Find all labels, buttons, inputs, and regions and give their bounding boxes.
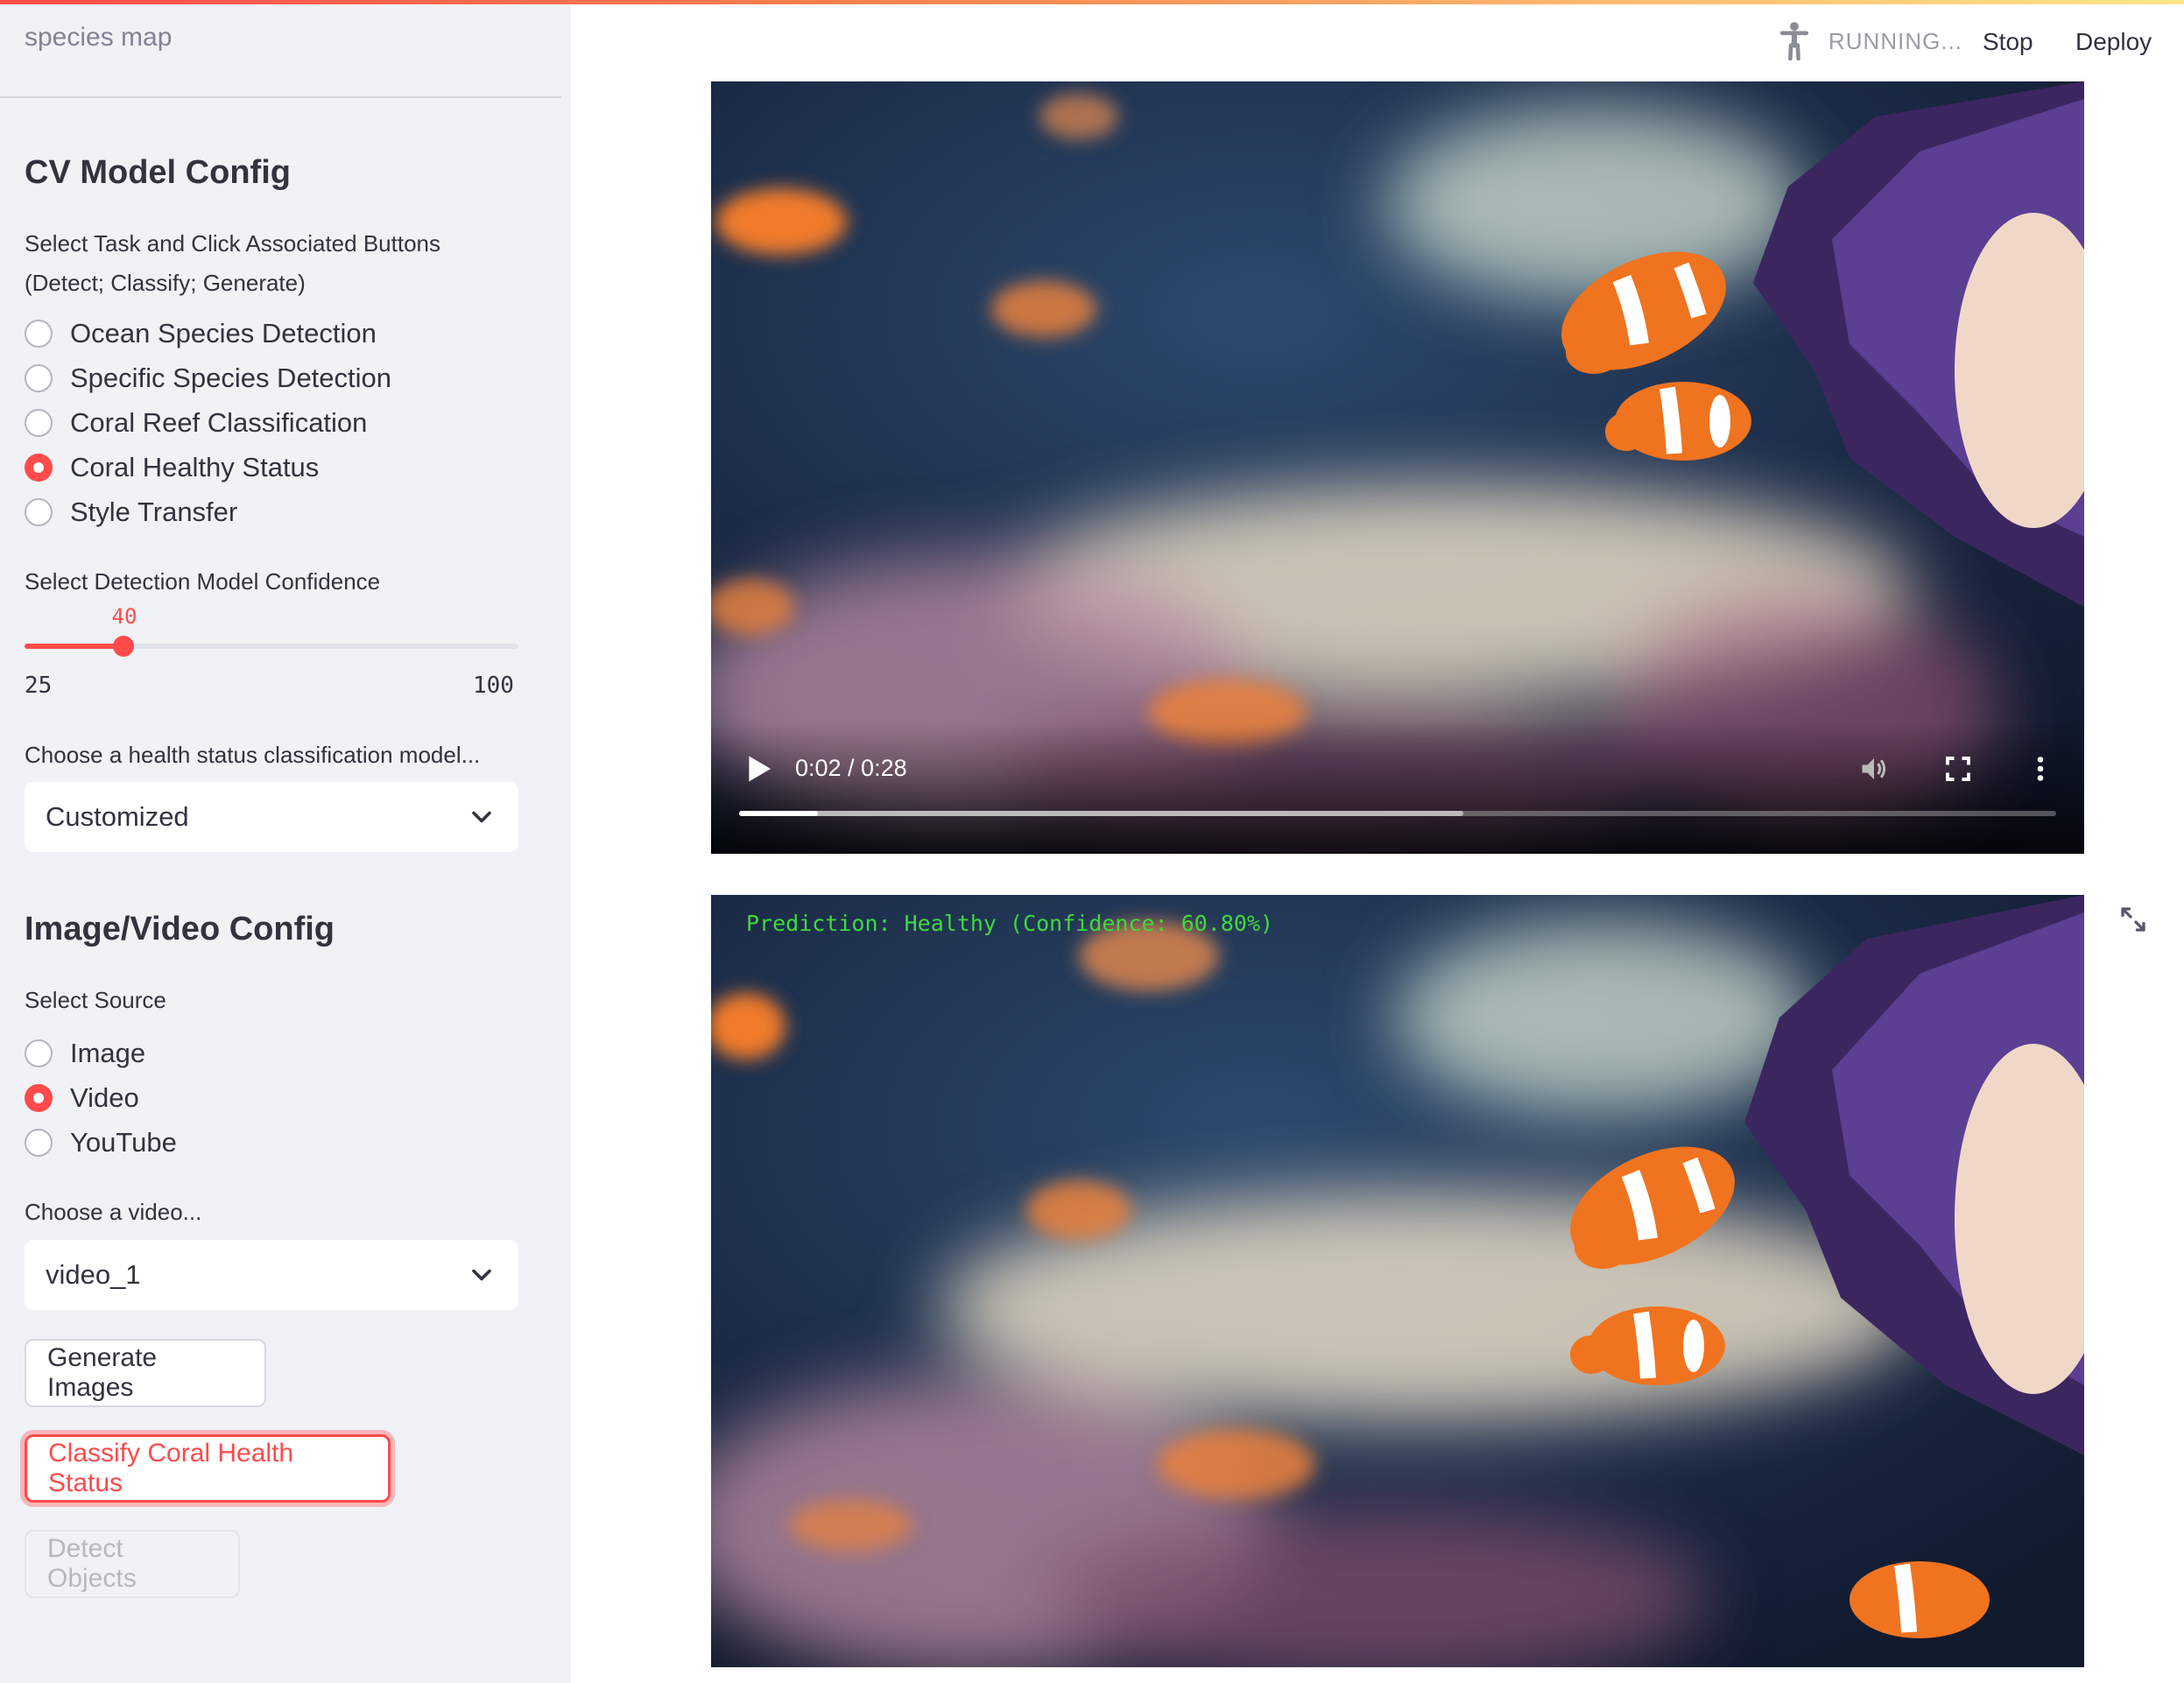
video-time: 0:02 / 0:28: [795, 755, 907, 781]
classify-coral-health-button[interactable]: Classify Coral Health Status: [25, 1434, 391, 1503]
fullscreen-icon[interactable]: [1942, 753, 1974, 785]
radio-circle[interactable]: [25, 1128, 53, 1157]
select-value: video_1: [46, 1259, 141, 1290]
result-frame: Prediction: Healthy (Confidence: 60.80%): [711, 895, 2084, 1667]
source-radio-group: Image Video YouTube: [25, 1031, 177, 1165]
radio-label: Style Transfer: [70, 496, 238, 527]
radio-specific-species-detection[interactable]: Specific Species Detection: [25, 356, 391, 400]
radio-coral-reef-classification[interactable]: Coral Reef Classification: [25, 400, 391, 445]
video-player[interactable]: 0:02 / 0:28: [711, 81, 2084, 854]
source-label: Select Source: [25, 987, 166, 1013]
detect-objects-button[interactable]: Detect Objects: [25, 1530, 240, 1598]
task-label-line2: (Detect; Classify; Generate): [25, 270, 306, 296]
radio-label: Ocean Species Detection: [70, 317, 377, 349]
task-label-line1: Select Task and Click Associated Buttons: [25, 230, 440, 257]
radio-circle[interactable]: [25, 1039, 53, 1067]
running-man-icon: [1779, 22, 1809, 61]
progress-buffered: [739, 811, 1464, 816]
radio-circle-selected[interactable]: [25, 453, 53, 482]
classified-frame-image: [711, 895, 2084, 1667]
top-decoration-bar: [0, 0, 2184, 4]
slider-min: 25: [25, 672, 53, 699]
confidence-label: Select Detection Model Confidence: [25, 568, 381, 595]
chevron-down-icon: [472, 1269, 491, 1281]
expand-icon[interactable]: [2117, 904, 2149, 935]
radio-circle-selected[interactable]: [25, 1083, 53, 1112]
video-select[interactable]: video_1: [25, 1240, 518, 1310]
deploy-button[interactable]: Deploy: [2075, 28, 2152, 56]
more-vertical-icon[interactable]: [2025, 753, 2056, 785]
slider-value: 40: [111, 604, 137, 629]
volume-icon[interactable]: [1858, 753, 1890, 785]
radio-circle[interactable]: [25, 408, 53, 437]
slider-fill: [25, 644, 123, 649]
progress-played: [739, 811, 819, 816]
radio-image[interactable]: Image: [25, 1031, 177, 1075]
radio-ocean-species-detection[interactable]: Ocean Species Detection: [25, 311, 391, 356]
radio-video[interactable]: Video: [25, 1075, 177, 1120]
radio-label: Specific Species Detection: [70, 362, 392, 393]
radio-circle[interactable]: [25, 319, 53, 348]
running-status: RUNNING...: [1828, 28, 1962, 54]
radio-coral-healthy-status[interactable]: Coral Healthy Status: [25, 445, 391, 489]
generate-images-button[interactable]: Generate Images: [25, 1339, 266, 1407]
confidence-slider[interactable]: [25, 636, 518, 657]
stop-button[interactable]: Stop: [1983, 28, 2033, 56]
radio-label: YouTube: [70, 1126, 177, 1158]
radio-youtube[interactable]: YouTube: [25, 1120, 177, 1165]
sidebar: species map CV Model Config Select Task …: [0, 0, 571, 1683]
radio-label: Video: [70, 1081, 139, 1113]
video-select-label: Choose a video...: [25, 1199, 202, 1225]
health-model-label: Choose a health status classification mo…: [25, 742, 481, 768]
radio-label: Image: [70, 1037, 146, 1068]
slider-thumb[interactable]: [113, 636, 134, 657]
controls-gradient: [711, 722, 2084, 854]
radio-circle[interactable]: [25, 497, 53, 526]
sidebar-header: species map: [0, 0, 561, 98]
select-value: Customized: [46, 801, 189, 832]
radio-circle[interactable]: [25, 363, 53, 392]
cv-config-title: CV Model Config: [25, 154, 291, 191]
app-name[interactable]: species map: [25, 23, 172, 53]
slider-max: 100: [473, 672, 514, 699]
play-icon[interactable]: [746, 755, 772, 783]
radio-label: Coral Reef Classification: [70, 406, 368, 438]
media-config-title: Image/Video Config: [25, 911, 335, 947]
radio-style-transfer[interactable]: Style Transfer: [25, 489, 391, 534]
chevron-down-icon: [472, 811, 491, 823]
health-model-select[interactable]: Customized: [25, 782, 518, 852]
prediction-overlay-text: Prediction: Healthy (Confidence: 60.80%): [746, 911, 1274, 936]
task-radio-group: Ocean Species Detection Specific Species…: [25, 311, 391, 534]
radio-label: Coral Healthy Status: [70, 451, 320, 482]
video-progress-bar[interactable]: [739, 811, 2056, 816]
